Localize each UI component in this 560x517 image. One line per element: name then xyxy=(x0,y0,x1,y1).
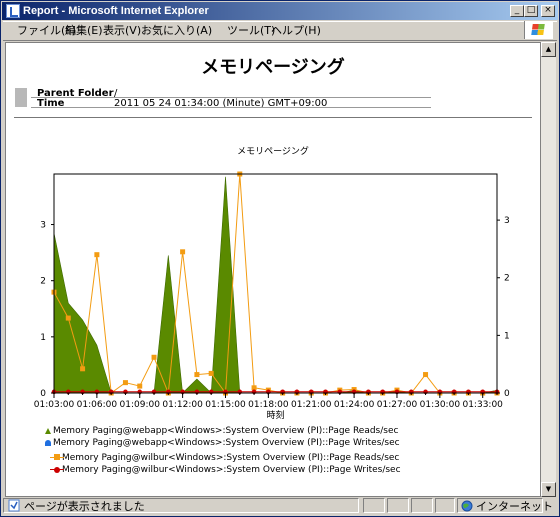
legend-item-webapp-reads: Memory Paging@webapp<Windows>:System Ove… xyxy=(45,426,399,437)
window-title: Report - Microsoft Internet Explorer xyxy=(23,5,209,17)
zone-text: インターネット xyxy=(476,500,553,513)
close-button[interactable]: × xyxy=(541,5,555,17)
point-wilbur-reads xyxy=(122,380,128,386)
menu-help[interactable]: ヘルプ(H) xyxy=(271,24,321,38)
x-tick-label: 01:30:00 xyxy=(420,400,461,410)
x-tick-label: 01:09:00 xyxy=(120,400,161,410)
y-right-tick-label: 1 xyxy=(504,331,510,341)
legend-label-wilbur-reads: Memory Paging@wilbur<Windows>:System Ove… xyxy=(62,453,400,463)
point-wilbur-reads xyxy=(65,315,71,321)
point-wilbur-reads xyxy=(151,354,157,360)
legend-marker-wilbur-writes xyxy=(50,466,64,474)
x-tick-label: 01:21:00 xyxy=(291,400,332,410)
x-tick-label: 01:06:00 xyxy=(77,400,118,410)
ie-page-icon xyxy=(6,4,20,18)
status-main-panel: ページが表示されました xyxy=(3,498,359,513)
page-content: メモリページング Parent Folder / Time 2011 05 24… xyxy=(5,42,541,497)
x-tick-label: 01:18:00 xyxy=(248,400,289,410)
x-tick-label: 01:27:00 xyxy=(377,400,418,410)
menu-favorites[interactable]: お気に入り(A) xyxy=(141,24,212,38)
x-tick-label: 01:33:00 xyxy=(462,400,503,410)
x-tick-label: 01:15:00 xyxy=(205,400,246,410)
legend-item-wilbur-reads: Memory Paging@wilbur<Windows>:System Ove… xyxy=(50,453,400,464)
area-series-0 xyxy=(53,176,498,394)
legend-label-wilbur-writes: Memory Paging@wilbur<Windows>:System Ove… xyxy=(62,465,401,475)
y-right-tick-label: 0 xyxy=(504,389,510,399)
browser-window: Report - Microsoft Internet Explorer _ □… xyxy=(0,0,560,517)
legend-label-webapp-writes: Memory Paging@webapp<Windows>:System Ove… xyxy=(53,438,400,448)
legend-marker-wilbur-reads xyxy=(50,454,64,462)
title-bar[interactable]: Report - Microsoft Internet Explorer _ □… xyxy=(2,2,558,20)
menu-view[interactable]: 表示(V) xyxy=(103,24,141,38)
y-left-tick-label: 1 xyxy=(40,333,46,343)
menu-edit[interactable]: 編集(E) xyxy=(65,24,103,38)
scroll-up-icon[interactable]: ▲ xyxy=(541,42,556,57)
point-wilbur-reads xyxy=(94,252,100,258)
status-text: ページが表示されました xyxy=(24,500,145,513)
chart-title: メモリページング xyxy=(237,145,309,157)
status-panel-1 xyxy=(363,498,385,513)
point-wilbur-reads xyxy=(423,372,429,378)
point-wilbur-reads xyxy=(80,366,86,372)
scroll-down-icon[interactable]: ▼ xyxy=(541,482,556,497)
legend-marker-webapp-reads xyxy=(45,428,51,434)
menu-bar: ファイル(F) 編集(E) 表示(V) お気に入り(A) ツール(T) ヘルプ(… xyxy=(3,21,557,41)
status-panel-3 xyxy=(411,498,433,513)
x-tick-label: 01:12:00 xyxy=(162,400,203,410)
status-bar: ページが表示されました インターネット xyxy=(3,498,557,514)
menu-tools[interactable]: ツール(T) xyxy=(227,24,275,38)
status-panel-4 xyxy=(435,498,455,513)
x-tick-label: 01:03:00 xyxy=(34,400,75,410)
status-page-icon xyxy=(8,499,20,512)
point-wilbur-reads xyxy=(180,249,186,255)
point-wilbur-reads xyxy=(194,372,200,378)
legend-marker-webapp-writes xyxy=(45,440,51,446)
y-right-tick-label: 3 xyxy=(504,216,510,226)
status-panel-2 xyxy=(387,498,409,513)
legend-item-webapp-writes: Memory Paging@webapp<Windows>:System Ove… xyxy=(45,438,400,449)
status-zone-panel: インターネット xyxy=(457,498,553,513)
y-right-tick-label: 2 xyxy=(504,274,510,284)
line-series-2 xyxy=(53,173,497,395)
x-axis-label: 時刻 xyxy=(266,409,284,421)
plot-frame xyxy=(53,173,498,394)
point-wilbur-reads xyxy=(208,370,214,376)
y-left-tick-label: 2 xyxy=(40,277,46,287)
legend-item-wilbur-writes: Memory Paging@wilbur<Windows>:System Ove… xyxy=(50,465,401,476)
point-wilbur-reads xyxy=(137,383,143,389)
x-tick-label: 01:24:00 xyxy=(334,400,375,410)
maximize-button[interactable]: □ xyxy=(524,5,538,17)
windows-logo-icon xyxy=(524,21,553,39)
y-left-tick-label: 0 xyxy=(40,389,46,399)
vertical-scrollbar[interactable]: ▲ ▼ xyxy=(541,42,556,497)
y-left-tick-label: 3 xyxy=(40,221,46,231)
minimize-button[interactable]: _ xyxy=(510,5,524,17)
legend-label-webapp-reads: Memory Paging@webapp<Windows>:System Ove… xyxy=(53,426,399,436)
zone-globe-icon xyxy=(461,500,473,512)
